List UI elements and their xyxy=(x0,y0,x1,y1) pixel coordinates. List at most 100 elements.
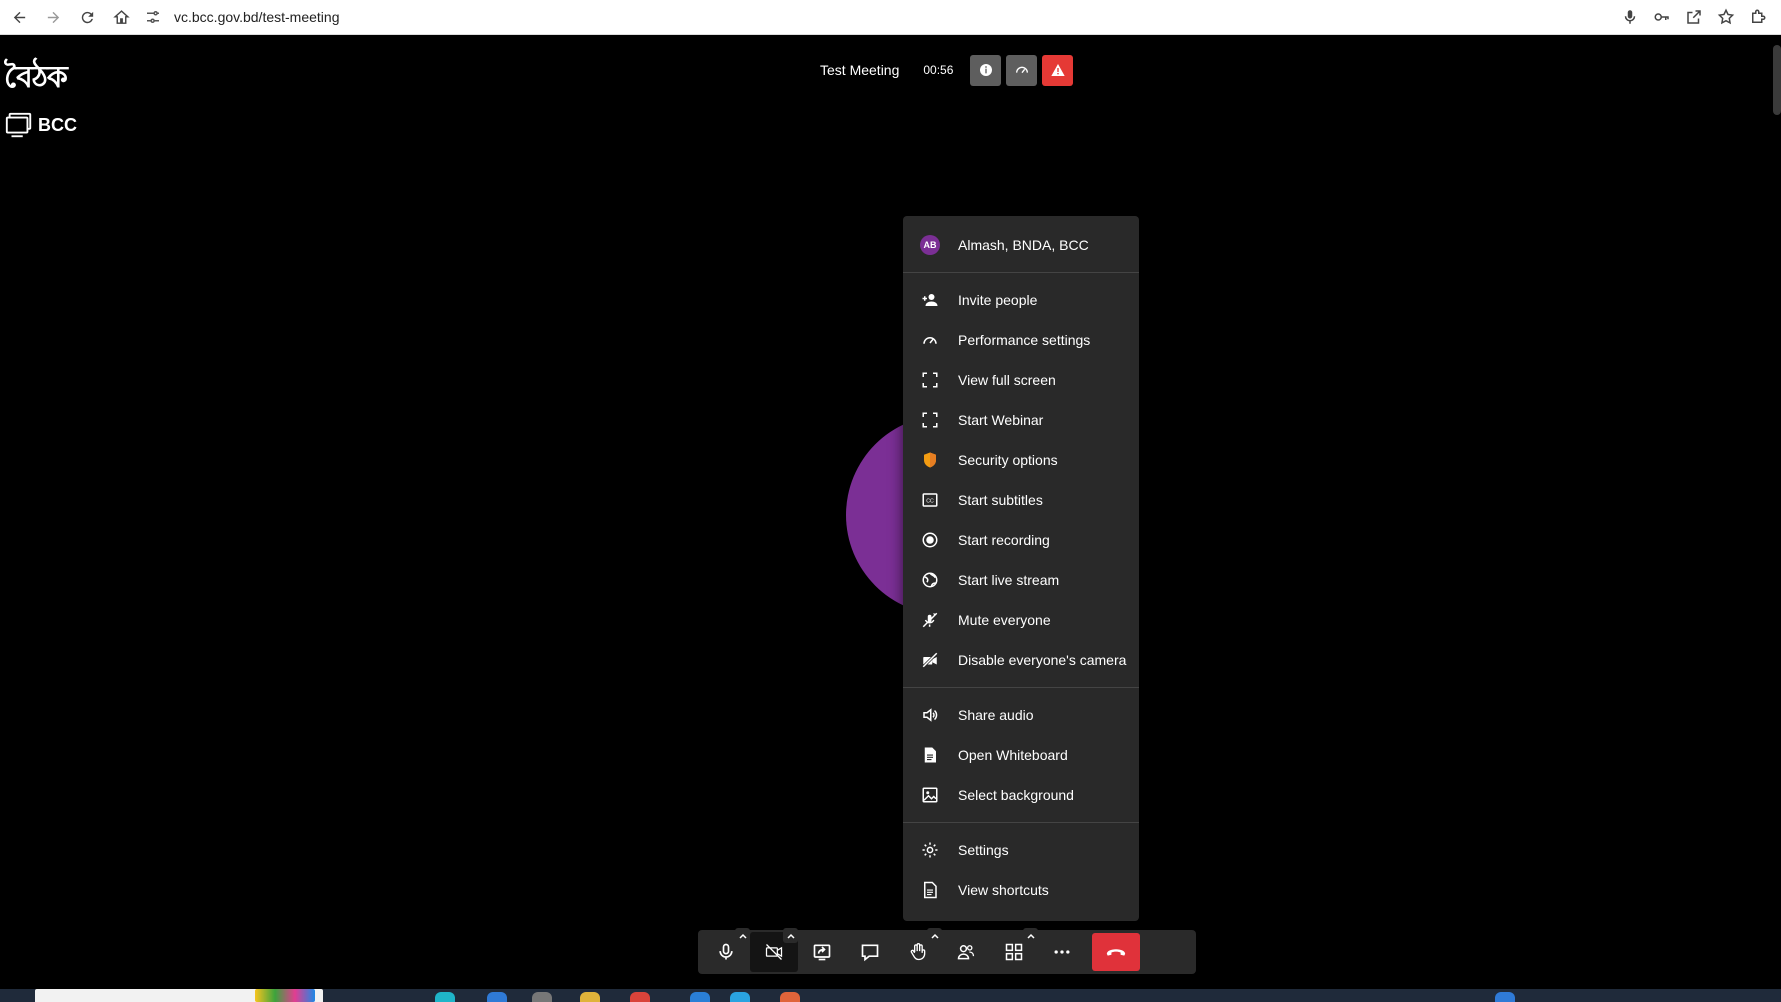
hangup-button[interactable] xyxy=(1092,933,1140,971)
extensions-icon[interactable] xyxy=(1749,8,1767,26)
url-text[interactable]: vc.bcc.gov.bd/test-meeting xyxy=(174,9,339,25)
menu-share-audio[interactable]: Share audio xyxy=(903,695,1139,735)
menu-item-label: Start subtitles xyxy=(958,492,1043,508)
user-avatar: AB xyxy=(920,235,940,255)
chat-button[interactable] xyxy=(846,932,894,972)
menu-item-label: Security options xyxy=(958,452,1058,468)
bcc-logo[interactable]: বৈঠক BCC xyxy=(4,53,77,140)
folder-icon[interactable] xyxy=(580,992,600,1002)
menu-security-options[interactable]: Security options xyxy=(903,440,1139,480)
meeting-header: Test Meeting 00:56 xyxy=(808,53,1074,87)
microphone-permission-icon[interactable] xyxy=(1621,8,1639,26)
participants-button[interactable] xyxy=(942,932,990,972)
chevron-up-icon xyxy=(786,933,795,939)
menu-view-shortcuts[interactable]: View shortcuts xyxy=(903,870,1139,910)
menu-item-label: View shortcuts xyxy=(958,882,1049,898)
menu-divider xyxy=(903,822,1139,823)
overflow-menu: AB Almash, BNDA, BCC Invite people Perfo… xyxy=(903,216,1139,921)
raise-hand-icon xyxy=(910,943,926,961)
gauge-icon xyxy=(920,330,940,350)
audio-options-caret[interactable] xyxy=(735,928,750,943)
key-icon[interactable] xyxy=(1653,8,1671,26)
menu-user-profile[interactable]: AB Almash, BNDA, BCC xyxy=(903,216,1139,272)
open-in-window-icon[interactable] xyxy=(1685,8,1703,26)
camera-off-icon xyxy=(920,650,940,670)
menu-item-label: Settings xyxy=(958,842,1009,858)
monitor-icon xyxy=(5,112,32,138)
menu-item-label: Start live stream xyxy=(958,572,1060,588)
share-screen-icon xyxy=(813,944,831,961)
browser-icon[interactable] xyxy=(630,992,650,1002)
app-icon[interactable] xyxy=(487,992,507,1002)
share-screen-button[interactable] xyxy=(798,932,846,972)
menu-divider xyxy=(903,687,1139,688)
meeting-info-button[interactable] xyxy=(970,54,1002,86)
menu-item-label: Open Whiteboard xyxy=(958,747,1068,763)
menu-performance-settings[interactable]: Performance settings xyxy=(903,320,1139,360)
closed-captions-icon: CC xyxy=(920,490,940,510)
video-options-caret[interactable] xyxy=(783,928,798,943)
menu-invite-people[interactable]: Invite people xyxy=(903,280,1139,320)
menu-item-label: Disable everyone's camera xyxy=(958,652,1127,668)
menu-item-label: Mute everyone xyxy=(958,612,1051,628)
svg-text:CC: CC xyxy=(926,499,934,505)
app-icon[interactable] xyxy=(690,992,710,1002)
app-icon[interactable] xyxy=(730,992,750,1002)
warning-button[interactable] xyxy=(1042,54,1074,86)
camera-button[interactable] xyxy=(750,928,798,972)
back-icon[interactable] xyxy=(4,2,34,32)
menu-mute-everyone[interactable]: Mute everyone xyxy=(903,600,1139,640)
menu-start-subtitles[interactable]: CC Start subtitles xyxy=(903,480,1139,520)
camera-off-icon xyxy=(765,944,783,960)
menu-item-label: Performance settings xyxy=(958,332,1091,348)
menu-open-whiteboard[interactable]: Open Whiteboard xyxy=(903,735,1139,775)
view-options-caret[interactable] xyxy=(1023,928,1038,943)
gauge-icon xyxy=(1015,66,1028,74)
globe-icon xyxy=(920,570,940,590)
logo-org-text: BCC xyxy=(38,114,77,135)
menu-item-label: Select background xyxy=(958,787,1074,803)
menu-start-recording[interactable]: Start recording xyxy=(903,520,1139,560)
raise-hand-button[interactable] xyxy=(894,928,942,972)
meeting-toolbar xyxy=(698,928,1196,974)
search-highlight-image xyxy=(255,989,315,1002)
bookmark-star-icon[interactable] xyxy=(1717,8,1735,26)
meeting-title: Test Meeting xyxy=(808,53,912,87)
site-settings-icon[interactable] xyxy=(144,8,162,26)
app-icon[interactable] xyxy=(435,992,455,1002)
microphone-button[interactable] xyxy=(702,928,750,972)
shield-icon xyxy=(920,450,940,470)
menu-select-background[interactable]: Select background xyxy=(903,775,1139,815)
microphone-icon xyxy=(719,943,733,960)
record-icon xyxy=(920,530,940,550)
fullscreen-icon xyxy=(920,410,940,430)
menu-start-webinar[interactable]: Start Webinar xyxy=(903,400,1139,440)
app-icon[interactable] xyxy=(780,992,800,1002)
connection-quality-button[interactable] xyxy=(1006,54,1038,86)
more-actions-button[interactable] xyxy=(1038,932,1086,972)
app-icon[interactable] xyxy=(1495,992,1515,1002)
fullscreen-icon xyxy=(920,370,940,390)
menu-view-full-screen[interactable]: View full screen xyxy=(903,360,1139,400)
address-bar[interactable]: vc.bcc.gov.bd/test-meeting xyxy=(144,3,1621,31)
mute-everyone-icon xyxy=(920,610,940,630)
reactions-caret[interactable] xyxy=(927,928,942,943)
participants-icon xyxy=(957,945,975,960)
chat-icon xyxy=(861,944,879,962)
info-icon xyxy=(979,64,992,76)
taskbar-search[interactable] xyxy=(35,989,323,1002)
forward-icon[interactable] xyxy=(38,2,68,32)
tile-view-icon xyxy=(1005,943,1023,961)
app-icon[interactable] xyxy=(532,992,552,1002)
meeting-stage: বৈঠক BCC Test Meeting 00:56 A AB Almash,… xyxy=(0,35,1781,989)
gear-icon xyxy=(920,840,940,860)
menu-item-label: Invite people xyxy=(958,292,1038,308)
user-name: Almash, BNDA, BCC xyxy=(958,237,1089,253)
home-icon[interactable] xyxy=(106,2,136,32)
menu-settings[interactable]: Settings xyxy=(903,830,1139,870)
menu-disable-everyones-camera[interactable]: Disable everyone's camera xyxy=(903,640,1139,680)
tile-view-button[interactable] xyxy=(990,928,1038,972)
reload-icon[interactable] xyxy=(72,2,102,32)
menu-start-live-stream[interactable]: Start live stream xyxy=(903,560,1139,600)
scrollbar[interactable] xyxy=(1773,45,1781,115)
